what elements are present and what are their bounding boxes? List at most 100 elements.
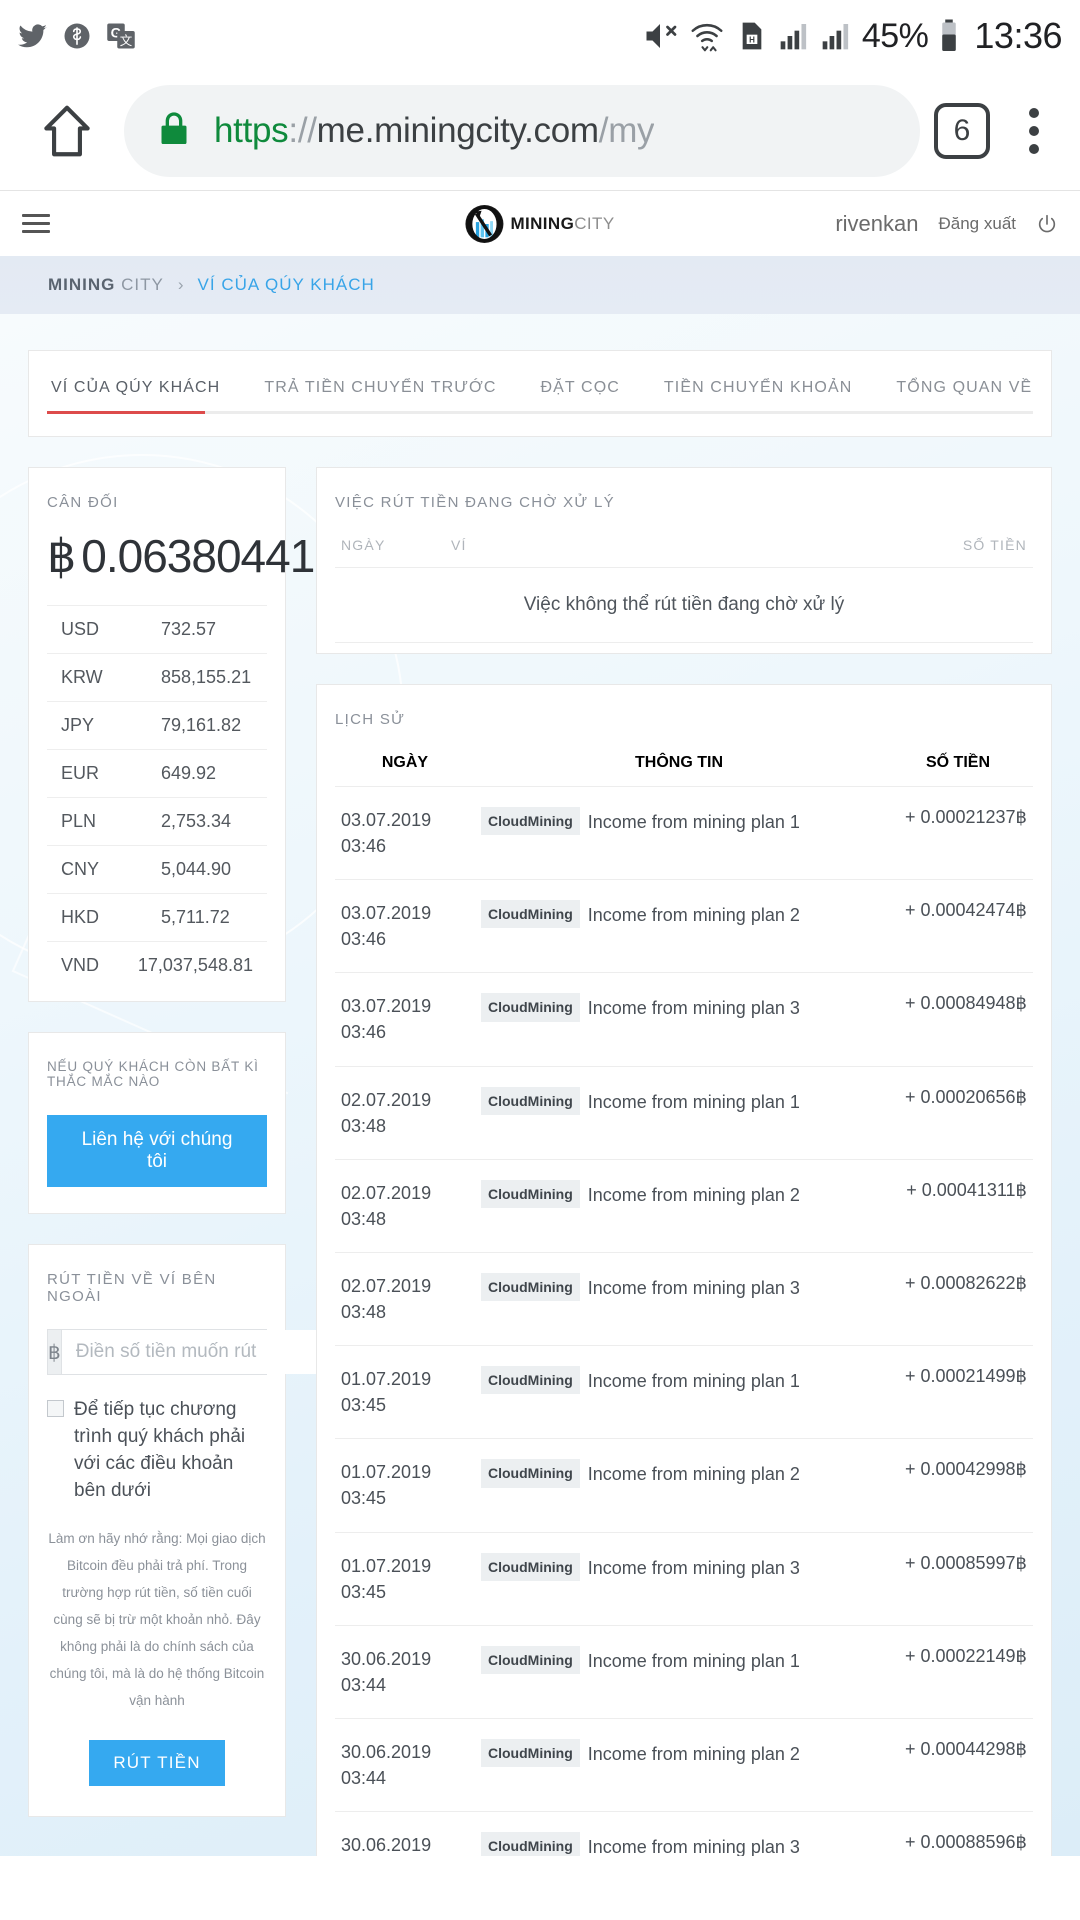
history-date-cell: 01.07.2019 03:45 xyxy=(335,1531,475,1626)
url-text: https://me.miningcity.com/my xyxy=(214,111,654,151)
contact-card-label: NẾU QUÝ KHÁCH CÒN BẤT KÌ THẮC MẮC NÀO xyxy=(47,1059,259,1089)
table-row[interactable]: 01.07.2019 03:45 CloudMining Income from m… xyxy=(335,1345,1033,1439)
withdraw-amount-input[interactable] xyxy=(61,1330,335,1374)
history-date-cell: 03.07.2019 03:46 xyxy=(335,972,475,1067)
browser-menu-button[interactable] xyxy=(1012,108,1056,154)
history-date: 02.07.2019 xyxy=(341,1182,432,1203)
fx-value: 5,711.72 xyxy=(161,907,230,927)
history-info-text: Income from mining plan 1 xyxy=(587,1371,800,1392)
tab-tong-quan-ve[interactable]: TỔNG QUAN VỀ xyxy=(874,379,1054,411)
tab-dat-coc[interactable]: ĐẶT CỌC xyxy=(518,379,641,411)
fx-row: JPY 79,161.82 xyxy=(47,701,267,749)
history-amount-cell: + 0.00020656฿ xyxy=(883,1065,1033,1160)
tab-tra-tien-chuyen-truoc[interactable]: TRẢ TIỀN CHUYỂN TRƯỚC xyxy=(242,379,518,411)
google-translate-icon: G文 xyxy=(106,21,136,51)
history-date-cell: 02.07.2019 03:48 xyxy=(335,1065,475,1160)
tab-vi-cua-quy-khach[interactable]: VÍ CỦA QÚY KHÁCH xyxy=(29,379,242,411)
brand-bold: MINING xyxy=(510,213,575,233)
history-amount-cell: + 0.00022149฿ xyxy=(883,1624,1033,1719)
menu-icon[interactable] xyxy=(22,214,50,233)
history-info-cell: CloudMining Income from mining plan 3 xyxy=(475,972,883,1067)
breadcrumb-root[interactable]: MINING CITY xyxy=(48,275,164,295)
fx-row: KRW 858,155.21 xyxy=(47,653,267,701)
table-row[interactable]: 03.07.2019 03:46 CloudMining Income from m… xyxy=(335,972,1033,1067)
pending-col-wallet: VÍ xyxy=(451,537,467,553)
pending-table-body: Việc không thể rút tiền đang chờ xử lý xyxy=(335,567,1033,643)
history-tag-badge: CloudMining xyxy=(481,1366,580,1395)
history-amount-cell: + 0.00042998฿ xyxy=(883,1438,1033,1532)
logout-link[interactable]: Đăng xuất xyxy=(939,214,1017,234)
page-content: VÍ CỦA QÚY KHÁCH TRẢ TIỀN CHUYỂN TRƯỚC Đ… xyxy=(0,314,1080,1856)
table-row[interactable]: 30.06.201903:44 CloudMiningIncome from m… xyxy=(335,1624,1033,1719)
url-path: /my xyxy=(598,111,655,150)
history-info-cell: CloudMining Income from mining plan 1 xyxy=(475,1065,883,1160)
pending-table: NGÀY VÍ SỐ TIỀN Việc không thể rút tiền … xyxy=(335,511,1033,643)
power-icon[interactable] xyxy=(1036,213,1058,235)
withdraw-consent-row[interactable]: Để tiếp tục chương trình quý khách phải … xyxy=(47,1397,267,1505)
breadcrumb: MINING CITY › VÍ CỦA QÚY KHÁCH xyxy=(0,256,1080,314)
history-info-cell: CloudMining Income from mining plan 1 xyxy=(475,1345,883,1439)
pending-withdrawals-card: VIỆC RÚT TIỀN ĐANG CHỜ XỬ LÝ NGÀY VÍ SỐ … xyxy=(316,467,1052,654)
tab-underline xyxy=(47,411,1033,414)
breadcrumb-separator-icon: › xyxy=(177,275,184,294)
history-header-row: NGÀY THÔNG TIN SỐ TIỀN xyxy=(335,728,1033,787)
username-label[interactable]: rivenkan xyxy=(835,211,918,237)
pending-table-head: NGÀY VÍ SỐ TIỀN xyxy=(335,511,1033,568)
lock-icon xyxy=(154,106,194,157)
history-info-cell: CloudMining Income from mining plan 3 xyxy=(475,1531,883,1626)
history-info-cell: CloudMining Income from mining plan 3 xyxy=(475,1811,883,1856)
history-date-cell: 30.06.201903:44 xyxy=(335,1624,475,1719)
table-row[interactable]: 30.06.201903:44 CloudMiningIncome from m… xyxy=(335,1717,1033,1812)
table-row[interactable]: 01.07.2019 03:45 CloudMining Income from m… xyxy=(335,1438,1033,1532)
history-amount-cell: + 0.00044298฿ xyxy=(883,1717,1033,1812)
history-date-cell: 01.07.2019 03:45 xyxy=(335,1438,475,1532)
table-row[interactable]: 30.06.201903:44 CloudMiningIncome from m… xyxy=(335,1811,1033,1856)
home-button[interactable] xyxy=(24,100,110,162)
history-time: 03:48 xyxy=(341,1302,387,1323)
table-row[interactable]: 02.07.2019 03:48 CloudMining Income from m… xyxy=(335,1251,1033,1346)
signal-bars-1-icon xyxy=(778,19,810,53)
contact-us-button[interactable]: Liên hệ với chúng tôi xyxy=(47,1115,267,1187)
url-bar[interactable]: https://me.miningcity.com/my xyxy=(124,85,920,177)
table-row[interactable]: 02.07.2019 03:48 CloudMining Income from m… xyxy=(335,1065,1033,1160)
wallet-columns: CÂN ĐỐI ฿ 0.06380441 USD 732.57 KRW 858,1… xyxy=(28,467,1052,1856)
tab-tien-chuyen-khoan[interactable]: TIỀN CHUYỂN KHOẢN xyxy=(642,379,875,411)
fx-value: 2,753.34 xyxy=(161,811,232,831)
left-column: CÂN ĐỐI ฿ 0.06380441 USD 732.57 KRW 858,1… xyxy=(28,467,335,1817)
brand-wordmark: MININGCITY xyxy=(510,214,614,234)
tab-switcher-button[interactable]: 6 xyxy=(934,103,990,159)
history-tag-badge: CloudMining xyxy=(481,1552,580,1581)
fx-row: EUR 649.92 xyxy=(47,749,267,797)
fx-code: USD xyxy=(61,619,100,639)
history-tag-badge: CloudMining xyxy=(481,1459,580,1488)
table-row[interactable]: 01.07.2019 03:45 CloudMining Income from m… xyxy=(335,1531,1033,1626)
pending-col-date: NGÀY xyxy=(341,537,386,553)
brand-logo[interactable]: MININGCITY xyxy=(465,204,614,243)
withdraw-card-label: RÚT TIỀN VỀ VÍ BÊN NGOÀI xyxy=(47,1271,217,1305)
history-card: LỊCH SỬ NGÀY THÔNG TIN SỐ TIỀN 03.07.201… xyxy=(316,684,1052,1856)
table-row[interactable]: 03.07.2019 03:46 CloudMining Income from m… xyxy=(335,785,1033,880)
history-info-text: Income from mining plan 3 xyxy=(587,998,800,1019)
miningcity-logo-icon xyxy=(465,204,504,243)
fx-code: CNY xyxy=(61,859,100,879)
history-time: 03:48 xyxy=(341,1115,387,1136)
url-scheme: https xyxy=(214,111,289,150)
fx-code: VND xyxy=(61,955,100,975)
bitcoin-symbol-icon: ฿ xyxy=(47,530,76,582)
history-tag-badge: CloudMining xyxy=(481,1272,580,1302)
history-amount-cell: + 0.00085997฿ xyxy=(883,1531,1033,1626)
pending-empty-message: Việc không thể rút tiền đang chờ xử lý xyxy=(335,567,1033,643)
table-row[interactable]: 03.07.2019 03:46 CloudMining Income from m… xyxy=(335,879,1033,973)
withdraw-button[interactable]: RÚT TIỀN xyxy=(89,1739,225,1786)
brand-light: CITY xyxy=(574,213,615,233)
history-amount-cell: + 0.00021499฿ xyxy=(883,1345,1033,1439)
history-info-text: Income from mining plan 2 xyxy=(587,1184,800,1205)
table-row[interactable]: 02.07.2019 03:48 CloudMining Income from m… xyxy=(335,1158,1033,1253)
history-time: 03:46 xyxy=(341,836,387,857)
consent-checkbox[interactable] xyxy=(47,1400,64,1417)
history-col-info: THÔNG TIN xyxy=(635,754,723,771)
history-amount-cell: + 0.00082622฿ xyxy=(883,1251,1033,1346)
history-date-cell: 30.06.201903:44 xyxy=(335,1811,475,1856)
balance-amount-value: 0.06380441 xyxy=(81,530,315,582)
status-notification-icons: G文 xyxy=(18,21,136,51)
